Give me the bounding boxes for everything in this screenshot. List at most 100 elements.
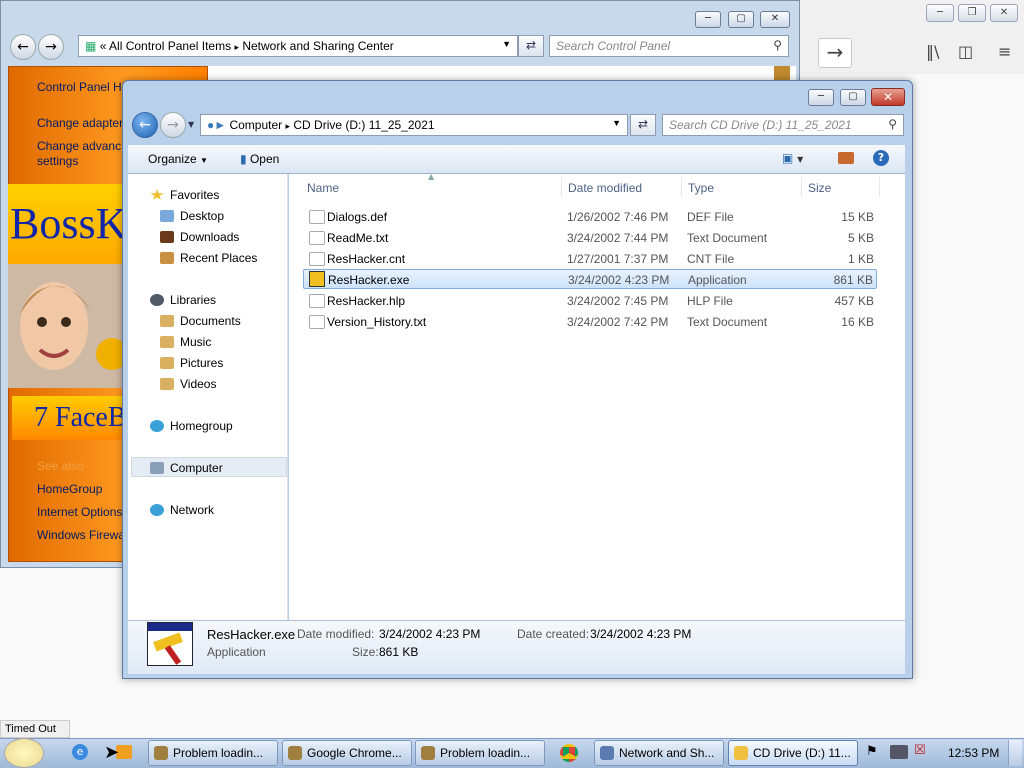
network-tray-icon[interactable] (890, 745, 908, 759)
hammer-icon (288, 746, 302, 760)
column-divider[interactable] (561, 177, 562, 197)
network-icon (150, 504, 164, 516)
cp-forward-button[interactable]: → (38, 34, 64, 60)
cp-search-input[interactable]: Search Control Panel ⚲ (549, 35, 789, 57)
breadcrumb-computer[interactable]: Computer (229, 118, 282, 132)
downloads-icon (160, 231, 174, 243)
change-advanced-link-2[interactable]: settings (37, 154, 78, 168)
file-row[interactable]: Dialogs.def 1/26/2002 7:46 PM DEF File 1… (303, 207, 877, 227)
breadcrumb-separator[interactable]: ▸ (286, 121, 291, 131)
chevron-down-icon[interactable]: ▼ (612, 118, 621, 128)
details-modified-value: 3/24/2002 4:23 PM (379, 627, 481, 641)
star-icon (150, 189, 164, 200)
nav-downloads[interactable]: Downloads (160, 230, 239, 244)
taskbar-item[interactable]: Network and Sh... (594, 740, 724, 766)
column-divider[interactable] (879, 177, 880, 197)
breadcrumb-separator[interactable]: ▸ (234, 42, 239, 52)
open-button[interactable]: ▮ Open (240, 152, 279, 166)
taskbar-item-active[interactable]: CD Drive (D:) 11... (728, 740, 858, 766)
pictures-icon (160, 357, 174, 369)
browser-minimize-button[interactable]: ─ (926, 4, 954, 22)
library-icon[interactable]: ‖\ (926, 42, 939, 61)
nav-videos[interactable]: Videos (160, 377, 216, 391)
taskbar-item[interactable]: Problem loadin... (148, 740, 278, 766)
start-button[interactable] (4, 738, 44, 768)
preview-pane-icon[interactable] (838, 152, 854, 164)
nav-computer[interactable]: Computer (150, 461, 223, 475)
cp-address-bar[interactable]: ▦ « All Control Panel Items ▸ Network an… (78, 35, 518, 57)
breadcrumb-network-center[interactable]: Network and Sharing Center (242, 39, 393, 53)
file-row[interactable]: ResHacker.hlp 3/24/2002 7:45 PM HLP File… (303, 291, 877, 311)
file-name: Dialogs.def (327, 210, 388, 224)
taskbar-clock[interactable]: 12:53 PM (948, 746, 999, 760)
nav-desktop[interactable]: Desktop (160, 209, 224, 223)
nav-libraries[interactable]: Libraries (150, 293, 216, 307)
help-icon[interactable]: ? (873, 150, 889, 166)
action-center-flag-icon[interactable]: ⚑ (866, 744, 878, 759)
ex-minimize-button[interactable]: ─ (808, 89, 834, 106)
breadcrumb-overflow[interactable]: « (100, 39, 107, 53)
browser-close-button[interactable]: ✕ (990, 4, 1018, 22)
explorer-search-input[interactable]: Search CD Drive (D:) 11_25_2021 ⚲ (662, 114, 904, 136)
arrow-right-icon[interactable]: → (818, 38, 852, 68)
details-size-value: 861 KB (379, 645, 419, 659)
internet-options-link[interactable]: Internet Options (37, 505, 122, 519)
cp-close-button[interactable]: ✕ (760, 11, 790, 28)
show-desktop-button[interactable] (1008, 740, 1022, 766)
homegroup-link[interactable]: HomeGroup (37, 482, 102, 496)
libraries-icon (150, 294, 164, 306)
cp-minimize-button[interactable]: ─ (695, 11, 721, 28)
cp-back-button[interactable]: ← (10, 34, 36, 60)
ex-refresh-icon[interactable]: ⇄ (630, 114, 656, 136)
nav-homegroup[interactable]: Homegroup (150, 419, 233, 433)
taskbar-item[interactable]: Problem loadin... (415, 740, 545, 766)
view-options-icon[interactable]: ▣ ▼ (782, 151, 803, 165)
details-file-name: ResHacker.exe (207, 627, 296, 642)
file-icon (309, 314, 325, 329)
breadcrumb-all-items[interactable]: All Control Panel Items (109, 39, 231, 53)
browser-restore-button[interactable]: ❐ (958, 4, 986, 22)
chevron-down-icon[interactable]: ▼ (502, 39, 511, 49)
cp-refresh-icon[interactable]: ⇄ (518, 35, 544, 57)
chrome-icon[interactable] (560, 744, 578, 762)
explorer-address-bar[interactable]: ●► Computer ▸ CD Drive (D:) 11_25_2021 ▼ (200, 114, 628, 136)
column-header-name[interactable]: Name (307, 181, 339, 195)
ad-banner-text-2: 7 FaceB (12, 396, 128, 440)
details-file-kind: Application (207, 645, 266, 659)
change-adapter-link[interactable]: Change adapter (37, 116, 123, 130)
cp-home-link[interactable]: Control Panel H (37, 80, 122, 94)
organize-button[interactable]: Organize ▼ (148, 152, 208, 166)
column-divider[interactable] (681, 177, 682, 197)
nav-network[interactable]: Network (150, 503, 214, 517)
file-row[interactable]: ReadMe.txt 3/24/2002 7:44 PM Text Docume… (303, 228, 877, 248)
volume-muted-icon[interactable]: ☒ (914, 743, 926, 758)
nav-documents[interactable]: Documents (160, 314, 241, 328)
ie-icon[interactable]: e (72, 744, 88, 760)
back-button[interactable]: ← (132, 112, 158, 138)
change-advanced-link[interactable]: Change advanc (37, 139, 121, 153)
ex-close-button[interactable]: ✕ (871, 88, 905, 106)
forward-button[interactable]: → (160, 112, 186, 138)
sort-ascending-icon: ▲ (428, 172, 435, 181)
column-header-date[interactable]: Date modified (568, 181, 642, 195)
ex-maximize-button[interactable]: ▢ (840, 89, 866, 106)
column-divider[interactable] (801, 177, 802, 197)
taskbar-item[interactable]: Google Chrome... (282, 740, 412, 766)
breadcrumb-cd-drive[interactable]: CD Drive (D:) 11_25_2021 (293, 118, 434, 132)
column-header-type[interactable]: Type (688, 181, 714, 195)
computer-icon (150, 462, 164, 474)
nav-recent-places[interactable]: Recent Places (160, 251, 257, 265)
hamburger-menu-icon[interactable]: ≡ (998, 42, 1011, 61)
recent-pages-chevron-icon[interactable]: ▼ (188, 120, 194, 129)
sidebar-icon[interactable]: ◫ (958, 42, 973, 61)
column-header-size[interactable]: Size (808, 181, 831, 195)
file-row-selected[interactable]: ResHacker.exe 3/24/2002 4:23 PM Applicat… (303, 269, 877, 289)
file-row[interactable]: ResHacker.cnt 1/27/2001 7:37 PM CNT File… (303, 249, 877, 269)
file-row[interactable]: Version_History.txt 3/24/2002 7:42 PM Te… (303, 312, 877, 332)
nav-favorites[interactable]: Favorites (150, 188, 219, 202)
cp-maximize-button[interactable]: ▢ (728, 11, 754, 28)
nav-music[interactable]: Music (160, 335, 211, 349)
windows-firewall-link[interactable]: Windows Firewa (37, 528, 125, 542)
nav-pictures[interactable]: Pictures (160, 356, 223, 370)
file-date: 3/24/2002 4:23 PM (568, 273, 670, 287)
